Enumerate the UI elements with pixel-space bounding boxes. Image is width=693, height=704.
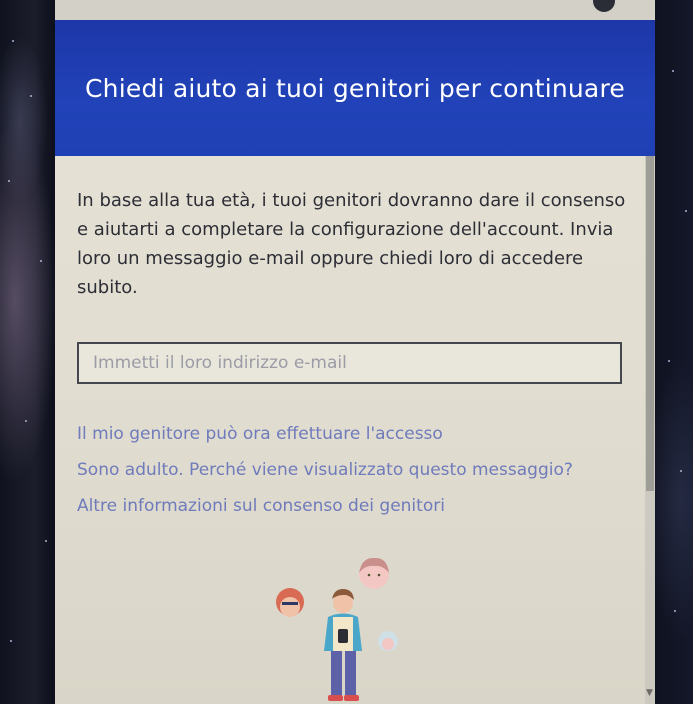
vertical-scrollbar[interactable]: ▼ [645,156,655,704]
family-illustration [276,557,398,701]
parental-consent-info-link[interactable]: Altre informazioni sul consenso dei geni… [77,496,573,516]
parent-email-input[interactable] [77,342,622,384]
scrollbar-thumb[interactable] [646,156,654,491]
parental-consent-dialog: Chiedi aiuto ai tuoi genitori per contin… [55,0,655,704]
window-corner-shape [593,0,615,12]
window-top-strip [55,0,655,20]
parent-sign-in-link[interactable]: Il mio genitore può ora effettuare l'acc… [77,424,573,444]
dialog-header: Chiedi aiuto ai tuoi genitori per contin… [55,20,655,156]
scroll-down-arrow-icon[interactable]: ▼ [646,688,653,698]
help-links: Il mio genitore può ora effettuare l'acc… [77,424,573,532]
adult-why-message-link[interactable]: Sono adulto. Perché viene visualizzato q… [77,460,573,480]
dialog-content: In base alla tua età, i tuoi genitori do… [77,186,632,302]
consent-message: In base alla tua età, i tuoi genitori do… [77,190,626,298]
dialog-title: Chiedi aiuto ai tuoi genitori per contin… [85,73,625,103]
